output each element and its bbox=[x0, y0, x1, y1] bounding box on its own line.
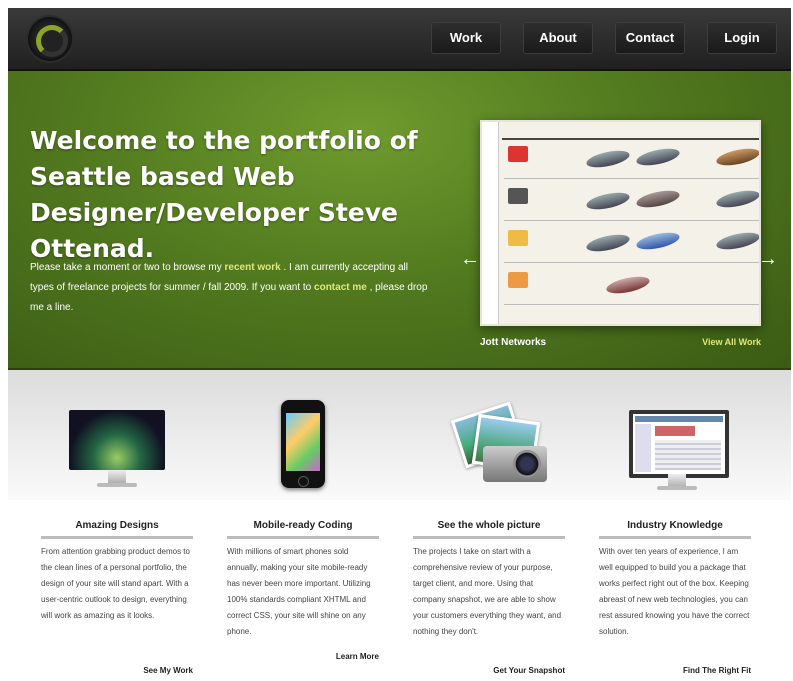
hero-title: Welcome to the portfolio of Seattle base… bbox=[30, 126, 418, 263]
snowshoe-image bbox=[635, 229, 681, 253]
monitor-icon bbox=[599, 370, 751, 500]
feature-divider bbox=[41, 536, 193, 539]
feature-body: With over ten years of experience, I am … bbox=[599, 547, 750, 636]
nav-login[interactable]: Login bbox=[707, 22, 777, 54]
page: Work About Contact Login Welcome to the … bbox=[8, 8, 791, 681]
monitor-table bbox=[655, 440, 721, 470]
imac-screen bbox=[69, 410, 165, 470]
find-the-right-fit-link[interactable]: Find The Right Fit bbox=[683, 666, 751, 675]
slide-row bbox=[504, 264, 759, 305]
recent-work-link[interactable]: recent work bbox=[225, 262, 281, 273]
nav-work[interactable]: Work bbox=[431, 22, 501, 54]
feature-divider bbox=[599, 536, 751, 539]
slide-row bbox=[504, 138, 759, 179]
iphone-home-button bbox=[298, 476, 309, 487]
site-header: Work About Contact Login bbox=[8, 8, 791, 71]
feature-title: See the whole picture bbox=[437, 520, 541, 531]
monitor-screen bbox=[629, 410, 729, 478]
row-badge bbox=[508, 230, 528, 246]
contact-me-link[interactable]: contact me bbox=[314, 282, 367, 293]
slide-caption: Jott Networks bbox=[480, 337, 547, 348]
iphone-screen bbox=[286, 413, 320, 471]
camera-lens bbox=[513, 450, 541, 478]
snowshoe-image bbox=[605, 273, 651, 297]
feature-title: Amazing Designs bbox=[75, 520, 159, 531]
snowshoe-image bbox=[635, 145, 681, 169]
feature-body: The projects I take on start with a comp… bbox=[413, 547, 562, 636]
snowshoe-image bbox=[585, 189, 631, 213]
snowshoe-image bbox=[585, 147, 631, 171]
get-your-snapshot-link[interactable]: Get Your Snapshot bbox=[493, 666, 565, 675]
snowshoe-image bbox=[585, 231, 631, 255]
feature-title: Mobile-ready Coding bbox=[253, 520, 353, 531]
nav-about[interactable]: About bbox=[523, 22, 593, 54]
slide-row bbox=[504, 180, 759, 221]
arrow-right-icon[interactable]: → bbox=[758, 249, 778, 269]
slide-row bbox=[504, 222, 759, 263]
slide-edge bbox=[482, 122, 499, 324]
imac-stand bbox=[108, 470, 126, 484]
feature-body: From attention grabbing product demos to… bbox=[41, 547, 190, 620]
view-all-work-link[interactable]: View All Work bbox=[702, 337, 761, 347]
iphone-body bbox=[281, 400, 325, 488]
logo-ring-icon bbox=[36, 25, 68, 57]
camera-body bbox=[483, 446, 547, 482]
imac-base bbox=[97, 483, 137, 487]
learn-more-link[interactable]: Learn More bbox=[336, 652, 379, 661]
hero-intro: Please take a moment or two to browse my… bbox=[30, 258, 430, 318]
see-my-work-link[interactable]: See My Work bbox=[143, 666, 193, 675]
monitor-sidebar bbox=[635, 424, 651, 472]
snowshoe-image bbox=[715, 229, 759, 253]
hero: Welcome to the portfolio of Seattle base… bbox=[8, 71, 791, 370]
nav-contact[interactable]: Contact bbox=[615, 22, 685, 54]
feature-divider bbox=[227, 536, 379, 539]
feature-title: Industry Knowledge bbox=[627, 520, 723, 531]
portfolio-slide[interactable] bbox=[480, 120, 761, 326]
snowshoe-image bbox=[715, 187, 759, 211]
row-badge bbox=[508, 272, 528, 288]
feature-body: With millions of smart phones sold annua… bbox=[227, 547, 371, 636]
monitor-base bbox=[657, 486, 697, 490]
main-nav: Work About Contact Login bbox=[431, 22, 777, 54]
snowshoe-image bbox=[635, 187, 681, 211]
row-badge bbox=[508, 188, 528, 204]
snowshoe-image bbox=[715, 145, 759, 169]
logo[interactable] bbox=[28, 17, 72, 61]
monitor-toolbar bbox=[635, 416, 723, 422]
imac-icon bbox=[41, 370, 193, 500]
hero-text-1: Please take a moment or two to browse my bbox=[30, 262, 225, 273]
camera-icon bbox=[413, 370, 565, 500]
iphone-icon bbox=[227, 370, 379, 500]
monitor-chart bbox=[655, 426, 695, 436]
arrow-left-icon[interactable]: ← bbox=[460, 249, 480, 269]
feature-divider bbox=[413, 536, 565, 539]
row-badge bbox=[508, 146, 528, 162]
